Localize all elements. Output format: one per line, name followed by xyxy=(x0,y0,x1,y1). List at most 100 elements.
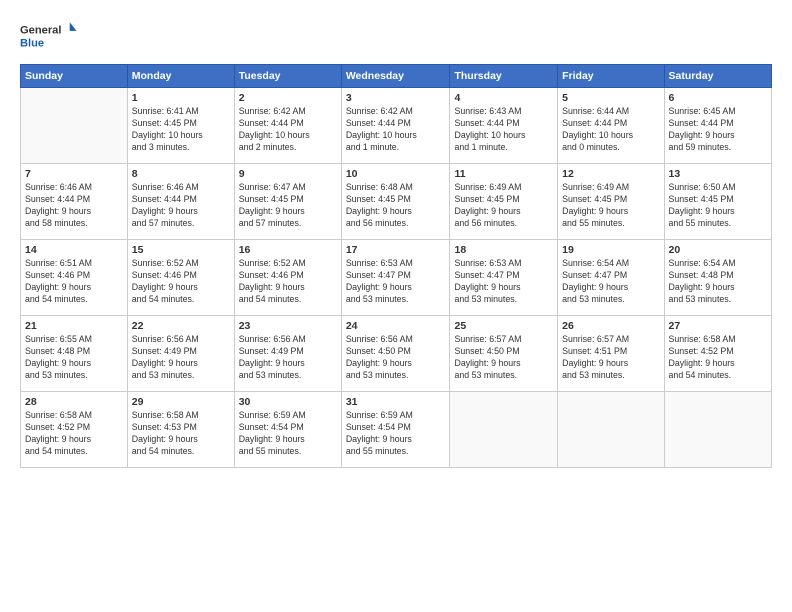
day-number: 19 xyxy=(562,243,659,257)
day-info: Sunrise: 6:56 AMSunset: 4:50 PMDaylight:… xyxy=(346,334,446,382)
day-cell: 17Sunrise: 6:53 AMSunset: 4:47 PMDayligh… xyxy=(341,240,450,316)
col-header-saturday: Saturday xyxy=(664,65,771,88)
day-number: 31 xyxy=(346,395,446,409)
day-cell: 4Sunrise: 6:43 AMSunset: 4:44 PMDaylight… xyxy=(450,88,558,164)
day-number: 24 xyxy=(346,319,446,333)
day-cell: 30Sunrise: 6:59 AMSunset: 4:54 PMDayligh… xyxy=(234,392,341,468)
day-number: 4 xyxy=(454,91,553,105)
day-number: 29 xyxy=(132,395,230,409)
day-info: Sunrise: 6:49 AMSunset: 4:45 PMDaylight:… xyxy=(454,182,553,230)
day-info: Sunrise: 6:58 AMSunset: 4:52 PMDaylight:… xyxy=(25,410,123,458)
day-number: 27 xyxy=(669,319,767,333)
day-info: Sunrise: 6:46 AMSunset: 4:44 PMDaylight:… xyxy=(132,182,230,230)
week-row-2: 14Sunrise: 6:51 AMSunset: 4:46 PMDayligh… xyxy=(21,240,772,316)
day-info: Sunrise: 6:45 AMSunset: 4:44 PMDaylight:… xyxy=(669,106,767,154)
day-cell: 5Sunrise: 6:44 AMSunset: 4:44 PMDaylight… xyxy=(558,88,664,164)
day-cell: 10Sunrise: 6:48 AMSunset: 4:45 PMDayligh… xyxy=(341,164,450,240)
day-number: 13 xyxy=(669,167,767,181)
col-header-sunday: Sunday xyxy=(21,65,128,88)
day-cell: 8Sunrise: 6:46 AMSunset: 4:44 PMDaylight… xyxy=(127,164,234,240)
logo: General Blue xyxy=(20,16,80,56)
day-number: 17 xyxy=(346,243,446,257)
day-number: 3 xyxy=(346,91,446,105)
day-cell xyxy=(664,392,771,468)
day-number: 14 xyxy=(25,243,123,257)
week-row-4: 28Sunrise: 6:58 AMSunset: 4:52 PMDayligh… xyxy=(21,392,772,468)
day-info: Sunrise: 6:54 AMSunset: 4:48 PMDaylight:… xyxy=(669,258,767,306)
day-cell: 23Sunrise: 6:56 AMSunset: 4:49 PMDayligh… xyxy=(234,316,341,392)
day-number: 11 xyxy=(454,167,553,181)
day-number: 28 xyxy=(25,395,123,409)
day-number: 15 xyxy=(132,243,230,257)
day-info: Sunrise: 6:53 AMSunset: 4:47 PMDaylight:… xyxy=(454,258,553,306)
day-number: 16 xyxy=(239,243,337,257)
day-cell: 6Sunrise: 6:45 AMSunset: 4:44 PMDaylight… xyxy=(664,88,771,164)
day-cell: 3Sunrise: 6:42 AMSunset: 4:44 PMDaylight… xyxy=(341,88,450,164)
day-info: Sunrise: 6:44 AMSunset: 4:44 PMDaylight:… xyxy=(562,106,659,154)
day-cell xyxy=(21,88,128,164)
day-info: Sunrise: 6:51 AMSunset: 4:46 PMDaylight:… xyxy=(25,258,123,306)
day-number: 2 xyxy=(239,91,337,105)
day-number: 18 xyxy=(454,243,553,257)
day-cell: 24Sunrise: 6:56 AMSunset: 4:50 PMDayligh… xyxy=(341,316,450,392)
day-number: 30 xyxy=(239,395,337,409)
day-number: 26 xyxy=(562,319,659,333)
col-header-tuesday: Tuesday xyxy=(234,65,341,88)
day-cell: 14Sunrise: 6:51 AMSunset: 4:46 PMDayligh… xyxy=(21,240,128,316)
day-cell: 27Sunrise: 6:58 AMSunset: 4:52 PMDayligh… xyxy=(664,316,771,392)
page-header: General Blue xyxy=(20,16,772,56)
day-cell: 16Sunrise: 6:52 AMSunset: 4:46 PMDayligh… xyxy=(234,240,341,316)
day-info: Sunrise: 6:55 AMSunset: 4:48 PMDaylight:… xyxy=(25,334,123,382)
day-info: Sunrise: 6:58 AMSunset: 4:52 PMDaylight:… xyxy=(669,334,767,382)
day-cell: 12Sunrise: 6:49 AMSunset: 4:45 PMDayligh… xyxy=(558,164,664,240)
day-cell: 26Sunrise: 6:57 AMSunset: 4:51 PMDayligh… xyxy=(558,316,664,392)
calendar-table: SundayMondayTuesdayWednesdayThursdayFrid… xyxy=(20,64,772,468)
day-info: Sunrise: 6:41 AMSunset: 4:45 PMDaylight:… xyxy=(132,106,230,154)
week-row-1: 7Sunrise: 6:46 AMSunset: 4:44 PMDaylight… xyxy=(21,164,772,240)
day-info: Sunrise: 6:53 AMSunset: 4:47 PMDaylight:… xyxy=(346,258,446,306)
day-info: Sunrise: 6:54 AMSunset: 4:47 PMDaylight:… xyxy=(562,258,659,306)
day-info: Sunrise: 6:59 AMSunset: 4:54 PMDaylight:… xyxy=(239,410,337,458)
day-number: 8 xyxy=(132,167,230,181)
day-info: Sunrise: 6:57 AMSunset: 4:50 PMDaylight:… xyxy=(454,334,553,382)
day-cell: 11Sunrise: 6:49 AMSunset: 4:45 PMDayligh… xyxy=(450,164,558,240)
day-cell xyxy=(450,392,558,468)
day-number: 5 xyxy=(562,91,659,105)
day-cell: 22Sunrise: 6:56 AMSunset: 4:49 PMDayligh… xyxy=(127,316,234,392)
day-info: Sunrise: 6:46 AMSunset: 4:44 PMDaylight:… xyxy=(25,182,123,230)
week-row-0: 1Sunrise: 6:41 AMSunset: 4:45 PMDaylight… xyxy=(21,88,772,164)
day-cell xyxy=(558,392,664,468)
day-cell: 31Sunrise: 6:59 AMSunset: 4:54 PMDayligh… xyxy=(341,392,450,468)
col-header-friday: Friday xyxy=(558,65,664,88)
day-number: 25 xyxy=(454,319,553,333)
day-cell: 15Sunrise: 6:52 AMSunset: 4:46 PMDayligh… xyxy=(127,240,234,316)
day-info: Sunrise: 6:43 AMSunset: 4:44 PMDaylight:… xyxy=(454,106,553,154)
day-number: 21 xyxy=(25,319,123,333)
col-header-wednesday: Wednesday xyxy=(341,65,450,88)
day-cell: 9Sunrise: 6:47 AMSunset: 4:45 PMDaylight… xyxy=(234,164,341,240)
day-info: Sunrise: 6:49 AMSunset: 4:45 PMDaylight:… xyxy=(562,182,659,230)
day-cell: 18Sunrise: 6:53 AMSunset: 4:47 PMDayligh… xyxy=(450,240,558,316)
day-info: Sunrise: 6:50 AMSunset: 4:45 PMDaylight:… xyxy=(669,182,767,230)
day-cell: 20Sunrise: 6:54 AMSunset: 4:48 PMDayligh… xyxy=(664,240,771,316)
day-info: Sunrise: 6:47 AMSunset: 4:45 PMDaylight:… xyxy=(239,182,337,230)
day-info: Sunrise: 6:52 AMSunset: 4:46 PMDaylight:… xyxy=(132,258,230,306)
day-number: 12 xyxy=(562,167,659,181)
day-number: 6 xyxy=(669,91,767,105)
day-number: 22 xyxy=(132,319,230,333)
day-cell: 13Sunrise: 6:50 AMSunset: 4:45 PMDayligh… xyxy=(664,164,771,240)
svg-text:Blue: Blue xyxy=(20,37,44,49)
day-info: Sunrise: 6:59 AMSunset: 4:54 PMDaylight:… xyxy=(346,410,446,458)
day-number: 7 xyxy=(25,167,123,181)
day-cell: 1Sunrise: 6:41 AMSunset: 4:45 PMDaylight… xyxy=(127,88,234,164)
day-info: Sunrise: 6:48 AMSunset: 4:45 PMDaylight:… xyxy=(346,182,446,230)
day-cell: 19Sunrise: 6:54 AMSunset: 4:47 PMDayligh… xyxy=(558,240,664,316)
day-cell: 28Sunrise: 6:58 AMSunset: 4:52 PMDayligh… xyxy=(21,392,128,468)
day-cell: 25Sunrise: 6:57 AMSunset: 4:50 PMDayligh… xyxy=(450,316,558,392)
day-cell: 7Sunrise: 6:46 AMSunset: 4:44 PMDaylight… xyxy=(21,164,128,240)
day-cell: 29Sunrise: 6:58 AMSunset: 4:53 PMDayligh… xyxy=(127,392,234,468)
day-number: 1 xyxy=(132,91,230,105)
day-info: Sunrise: 6:42 AMSunset: 4:44 PMDaylight:… xyxy=(346,106,446,154)
day-info: Sunrise: 6:56 AMSunset: 4:49 PMDaylight:… xyxy=(239,334,337,382)
day-number: 10 xyxy=(346,167,446,181)
